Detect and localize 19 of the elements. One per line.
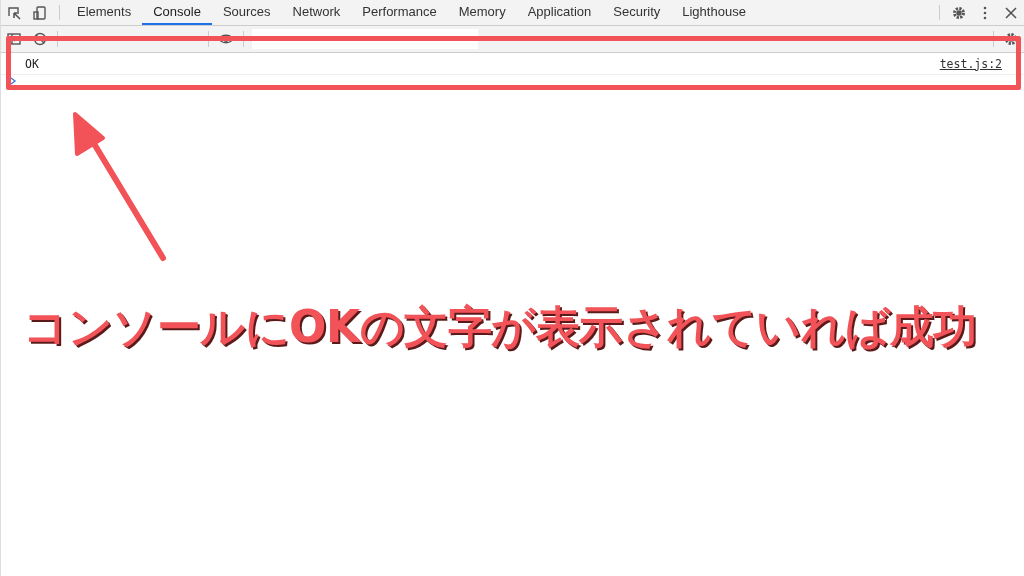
- prompt-icon: [9, 77, 17, 85]
- device-icon[interactable]: [32, 4, 48, 21]
- clear-icon[interactable]: [32, 31, 48, 47]
- panel-tab[interactable]: Sources: [211, 0, 282, 25]
- sidebar-icon[interactable]: [6, 31, 22, 47]
- panel-tab[interactable]: Memory: [447, 0, 517, 25]
- panel-tab[interactable]: Elements: [66, 0, 143, 25]
- panel-tab[interactable]: Performance: [351, 0, 448, 25]
- panel-tab[interactable]: Network: [281, 0, 352, 25]
- panel-tab[interactable]: Lighthouse: [671, 0, 757, 25]
- source-link[interactable]: test.js:2: [939, 56, 1002, 71]
- panel-tab[interactable]: Security: [602, 0, 672, 25]
- caption: コンソールにOKの文字が表示されていれば成功: [23, 300, 977, 354]
- log-message: OK: [25, 56, 39, 71]
- panel-tab[interactable]: Application: [516, 0, 603, 25]
- inspect-icon[interactable]: [6, 4, 22, 21]
- close-icon[interactable]: [1003, 4, 1019, 21]
- settings-icon[interactable]: [951, 4, 967, 21]
- settings-icon[interactable]: [1003, 31, 1019, 47]
